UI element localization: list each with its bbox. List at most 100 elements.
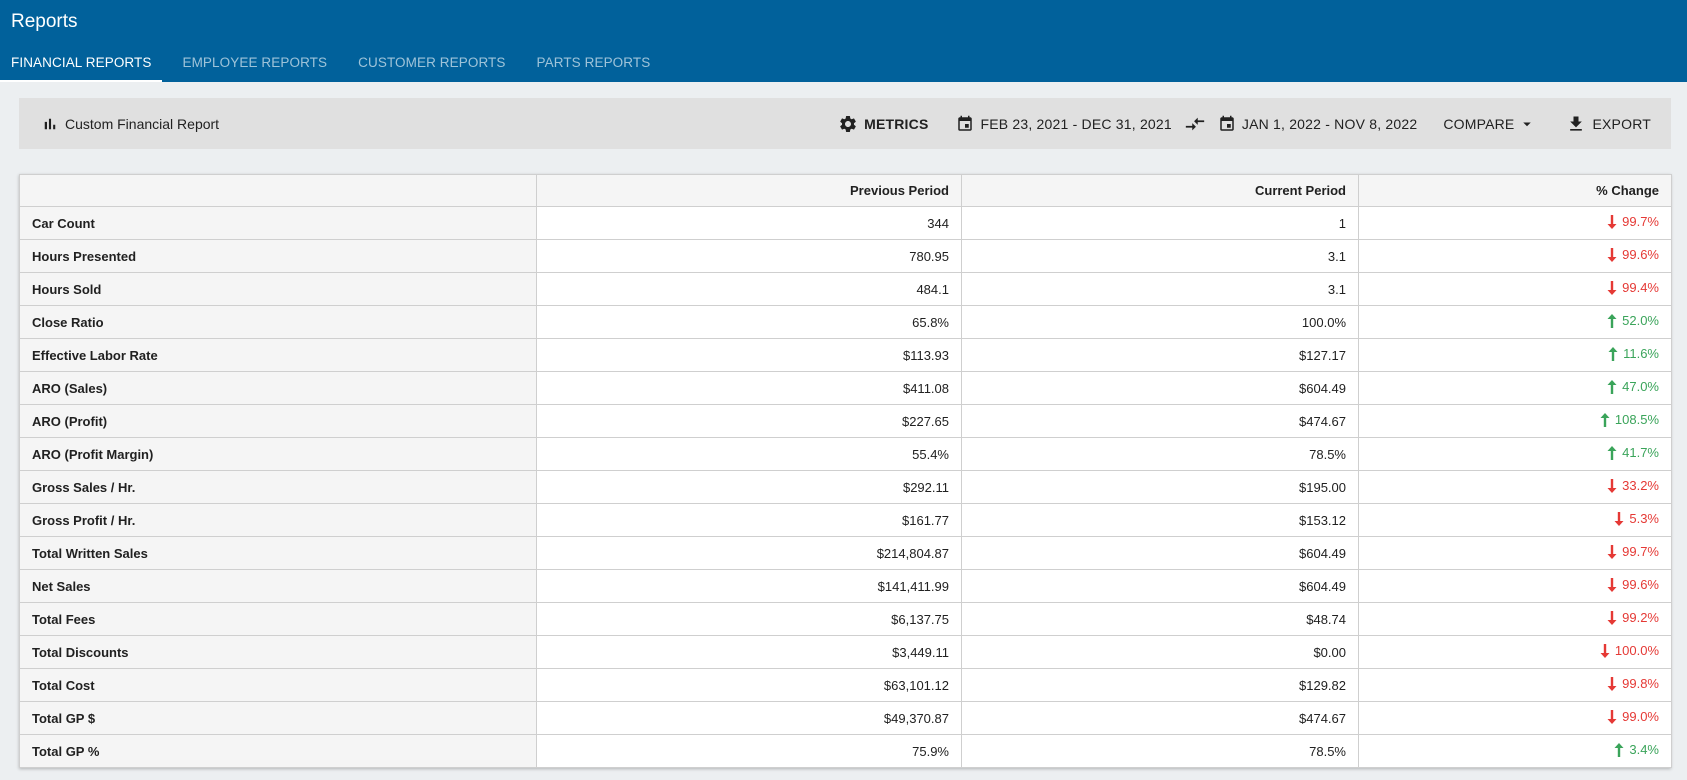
previous-period-value: $141,411.99 — [536, 569, 962, 603]
metrics-button[interactable]: METRICS — [830, 106, 936, 142]
percent-change: 99.2% — [1606, 610, 1659, 625]
current-period-value: 78.5% — [961, 437, 1359, 471]
percent-change-value: 100.0% — [1614, 643, 1659, 659]
table-row: Gross Sales / Hr. $292.11 $195.00 33.2% — [19, 470, 1672, 504]
metric-name: Total Discounts — [19, 635, 537, 669]
caret-down-icon — [1523, 122, 1532, 126]
metric-name: Effective Labor Rate — [19, 338, 537, 372]
table-row: Net Sales $141,411.99 $604.49 99.6% — [19, 569, 1672, 603]
percent-change: 3.4% — [1613, 742, 1659, 757]
percent-change-value: 99.6% — [1622, 577, 1659, 593]
percent-change-cell: 99.7% — [1358, 536, 1672, 570]
percent-change: 99.4% — [1606, 280, 1659, 295]
previous-period-value: $49,370.87 — [536, 701, 962, 735]
tab-employee-reports[interactable]: EMPLOYEE REPORTS — [171, 44, 338, 82]
previous-period-range-button[interactable]: FEB 23, 2021 - DEC 31, 2021 — [948, 106, 1179, 142]
export-button[interactable]: EXPORT — [1558, 106, 1659, 142]
column-header-metric — [19, 174, 537, 207]
percent-change-value: 99.4% — [1622, 280, 1659, 296]
percent-change: 47.0% — [1606, 379, 1659, 394]
arrow-down-icon — [1607, 214, 1617, 229]
arrow-down-icon — [1607, 544, 1617, 559]
current-period-range-button[interactable]: JAN 1, 2022 - NOV 8, 2022 — [1210, 106, 1425, 142]
percent-change: 99.0% — [1606, 709, 1659, 724]
current-period-value: $195.00 — [961, 470, 1359, 504]
current-period-value: 3.1 — [961, 272, 1359, 306]
previous-period-value: $63,101.12 — [536, 668, 962, 702]
percent-change-cell: 108.5% — [1358, 404, 1672, 438]
tab-financial-reports[interactable]: FINANCIAL REPORTS — [0, 44, 163, 82]
percent-change: 99.6% — [1606, 247, 1659, 262]
report-title: Custom Financial Report — [41, 115, 219, 133]
previous-period-value: $227.65 — [536, 404, 962, 438]
metric-name: Total Written Sales — [19, 536, 537, 570]
metric-name: ARO (Sales) — [19, 371, 537, 405]
current-period-value: $127.17 — [961, 338, 1359, 372]
current-period-value: $48.74 — [961, 602, 1359, 636]
metric-name: Gross Profit / Hr. — [19, 503, 537, 537]
compare-label: COMPARE — [1443, 115, 1515, 132]
percent-change-cell: 5.3% — [1358, 503, 1672, 537]
column-header-percent-change[interactable]: % Change — [1358, 174, 1672, 207]
current-period-value: 3.1 — [961, 239, 1359, 273]
percent-change-value: 5.3% — [1629, 511, 1659, 527]
previous-period-value: $292.11 — [536, 470, 962, 504]
table-row: Hours Sold 484.1 3.1 99.4% — [19, 272, 1672, 306]
previous-period-value: $3,449.11 — [536, 635, 962, 669]
percent-change-cell: 99.6% — [1358, 569, 1672, 603]
current-period-value: $0.00 — [961, 635, 1359, 669]
percent-change-cell: 99.6% — [1358, 239, 1672, 273]
report-toolbar: Custom Financial Report METRICS FEB 23, … — [19, 98, 1671, 149]
table-row: Car Count 344 1 99.7% — [19, 206, 1672, 240]
metric-name: Car Count — [19, 206, 537, 240]
export-label: EXPORT — [1592, 115, 1651, 132]
metric-name: Total Cost — [19, 668, 537, 702]
percent-change-cell: 99.2% — [1358, 602, 1672, 636]
current-period-value: $604.49 — [961, 536, 1359, 570]
column-header-previous-period[interactable]: Previous Period — [536, 174, 962, 207]
arrow-up-icon — [1607, 445, 1617, 460]
swap-periods-button[interactable] — [1180, 106, 1210, 142]
table-row: Total GP % 75.9% 78.5% 3.4% — [19, 734, 1672, 768]
percent-change: 99.6% — [1606, 577, 1659, 592]
download-icon — [1570, 116, 1583, 131]
metric-name: ARO (Profit Margin) — [19, 437, 537, 471]
table-row: Total Discounts $3,449.11 $0.00 100.0% — [19, 635, 1672, 669]
current-period-value: $153.12 — [961, 503, 1359, 537]
percent-change-cell: 3.4% — [1358, 734, 1672, 768]
table-row: Total Written Sales $214,804.87 $604.49 99.… — [19, 536, 1672, 570]
previous-period-range: FEB 23, 2021 - DEC 31, 2021 — [980, 115, 1172, 132]
page-title: Reports — [11, 11, 78, 32]
previous-period-value: $411.08 — [536, 371, 962, 405]
percent-change-cell: 52.0% — [1358, 305, 1672, 339]
metric-name: Hours Presented — [19, 239, 537, 273]
percent-change-value: 99.6% — [1622, 247, 1659, 263]
previous-period-value: $214,804.87 — [536, 536, 962, 570]
arrow-up-icon — [1607, 313, 1617, 328]
previous-period-value: $113.93 — [536, 338, 962, 372]
compare-dropdown[interactable]: COMPARE — [1435, 106, 1544, 142]
report-tabs: FINANCIAL REPORTS EMPLOYEE REPORTS CUSTO… — [0, 44, 670, 82]
tab-parts-reports[interactable]: PARTS REPORTS — [526, 44, 662, 82]
previous-period-value: 344 — [536, 206, 962, 240]
previous-period-value: 780.95 — [536, 239, 962, 273]
previous-period-value: 55.4% — [536, 437, 962, 471]
report-title-label: Custom Financial Report — [65, 115, 220, 132]
table-row: Close Ratio 65.8% 100.0% 52.0% — [19, 305, 1672, 339]
current-period-value: $474.67 — [961, 404, 1359, 438]
table-row: Total Cost $63,101.12 $129.82 99.8% — [19, 668, 1672, 702]
percent-change-value: 108.5% — [1614, 412, 1659, 428]
tab-customer-reports[interactable]: CUSTOMER REPORTS — [347, 44, 516, 82]
previous-period-value: 484.1 — [536, 272, 962, 306]
percent-change: 11.6% — [1607, 346, 1659, 361]
table-row: ARO (Profit) $227.65 $474.67 108.5% — [19, 404, 1672, 438]
arrow-up-icon — [1607, 379, 1617, 394]
metric-name: Total GP % — [19, 734, 537, 768]
percent-change-cell: 99.7% — [1358, 206, 1672, 240]
table-row: Hours Presented 780.95 3.1 99.6% — [19, 239, 1672, 273]
arrow-down-icon — [1614, 511, 1624, 526]
arrow-down-icon — [1607, 676, 1617, 691]
percent-change-cell: 99.4% — [1358, 272, 1672, 306]
table-row: ARO (Sales) $411.08 $604.49 47.0% — [19, 371, 1672, 405]
column-header-current-period[interactable]: Current Period — [961, 174, 1359, 207]
